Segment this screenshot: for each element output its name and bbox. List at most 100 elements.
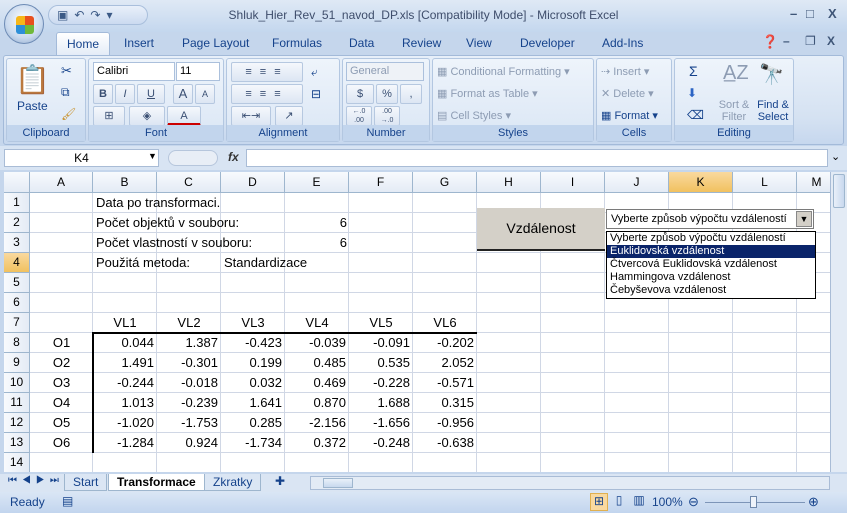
column-header-i[interactable]: I (541, 172, 605, 193)
redo-icon[interactable]: ↷ (90, 8, 106, 22)
row-header-2[interactable]: 2 (4, 213, 30, 233)
cell-j13[interactable] (605, 433, 669, 453)
row-header-6[interactable]: 6 (4, 293, 30, 313)
row-header-3[interactable]: 3 (4, 233, 30, 253)
spreadsheet-grid[interactable]: A B C D E F G H I J K L M 1 2 3 4 5 6 7 8 9 10 11 12 13 14 Data po … (4, 172, 830, 472)
help-icon[interactable]: ❓ (762, 34, 778, 50)
cell-k13[interactable] (669, 433, 733, 453)
font-color-button[interactable]: A (167, 106, 201, 126)
cell-i8[interactable] (541, 333, 605, 353)
cell-g3[interactable] (413, 233, 477, 253)
cell-h14[interactable] (477, 453, 541, 472)
row-header-7[interactable]: 7 (4, 313, 30, 333)
number-format-select[interactable]: General (346, 62, 424, 81)
cell-d1[interactable] (221, 193, 285, 213)
distance-method-combobox[interactable]: Vyberte způsob výpočtu vzdáleností ▼ (606, 209, 814, 229)
conditional-formatting-button[interactable]: ▦ Conditional Formatting ▾ (437, 65, 570, 78)
row-header-14[interactable]: 14 (4, 453, 30, 472)
vertical-align-buttons[interactable]: ≡≡≡ (231, 62, 303, 82)
office-button[interactable] (4, 4, 44, 44)
tab-page-layout[interactable]: Page Layout (172, 32, 259, 55)
horizontal-scroll-thumb[interactable] (323, 478, 353, 488)
sheet-tab-start[interactable]: Start (64, 474, 108, 491)
decrease-decimal-button[interactable]: .00 →.0 (374, 106, 400, 126)
column-header-l[interactable]: L (733, 172, 797, 193)
cell-m11[interactable] (797, 393, 830, 413)
cell-e1[interactable] (285, 193, 349, 213)
cell-e14[interactable] (285, 453, 349, 472)
customize-icon[interactable]: ▾ (106, 8, 118, 22)
cell-h12[interactable] (477, 413, 541, 433)
cell-e5[interactable] (285, 273, 349, 293)
column-header-e[interactable]: E (285, 172, 349, 193)
copy-icon[interactable]: ⧉ (61, 85, 70, 100)
format-as-table-button[interactable]: ▦ Format as Table ▾ (437, 87, 538, 100)
column-header-g[interactable]: G (413, 172, 477, 193)
cell-a6[interactable] (30, 293, 93, 313)
distance-option[interactable]: Čtvercová Euklidovská vzdálenost (607, 258, 815, 271)
cell-b5[interactable] (93, 273, 157, 293)
name-box[interactable]: K4 (4, 149, 159, 167)
comma-button[interactable]: , (400, 84, 422, 104)
horizontal-scrollbar[interactable] (310, 476, 830, 490)
save-icon[interactable]: ▣ (57, 8, 74, 22)
column-header-b[interactable]: B (93, 172, 157, 193)
distance-option[interactable]: Čebyševova vzdálenost (607, 284, 815, 297)
expand-formula-bar-icon[interactable]: ⌄ (831, 150, 840, 163)
cell-h8[interactable] (477, 333, 541, 353)
workbook-restore-button[interactable]: ❐ (805, 34, 816, 48)
cell-c6[interactable] (157, 293, 221, 313)
row-header-10[interactable]: 10 (4, 373, 30, 393)
cell-a4[interactable] (30, 253, 93, 273)
sheet-nav-buttons[interactable]: ⏮◀▶⏭ (8, 475, 64, 486)
cell-m14[interactable] (797, 453, 830, 472)
cell-m8[interactable] (797, 333, 830, 353)
cell-i10[interactable] (541, 373, 605, 393)
column-header-j[interactable]: J (605, 172, 669, 193)
zoom-out-button[interactable]: ⊖ (688, 494, 699, 510)
column-header-d[interactable]: D (221, 172, 285, 193)
cell-f2[interactable] (349, 213, 413, 233)
cell-a5[interactable] (30, 273, 93, 293)
formula-input[interactable] (246, 149, 828, 167)
distance-method-list[interactable]: Vyberte způsob výpočtu vzdáleností Euklid… (606, 231, 816, 299)
normal-view-button[interactable]: ⊞ (590, 493, 608, 511)
workbook-minimize-button[interactable]: – (783, 34, 790, 48)
cell-h9[interactable] (477, 353, 541, 373)
delete-cells-button[interactable]: ✕ Delete ▾ (601, 87, 654, 100)
tab-developer[interactable]: Developer (510, 32, 585, 55)
shrink-font-button[interactable]: A (195, 84, 215, 104)
merge-icon[interactable]: ⊟ (311, 87, 321, 101)
cell-f5[interactable] (349, 273, 413, 293)
vertical-scrollbar[interactable] (830, 172, 847, 472)
cell-styles-button[interactable]: ▤ Cell Styles ▾ (437, 109, 511, 122)
percent-button[interactable]: % (376, 84, 398, 104)
cell-l10[interactable] (733, 373, 797, 393)
row-header-8[interactable]: 8 (4, 333, 30, 353)
cell-j14[interactable] (605, 453, 669, 472)
cell-g14[interactable] (413, 453, 477, 472)
row-header-12[interactable]: 12 (4, 413, 30, 433)
cell-b6[interactable] (93, 293, 157, 313)
cell-a1[interactable] (30, 193, 93, 213)
tab-view[interactable]: View (456, 32, 502, 55)
cell-a7[interactable] (30, 313, 93, 333)
cell-h13[interactable] (477, 433, 541, 453)
macro-record-icon[interactable]: ▤ (62, 494, 73, 508)
cell-l14[interactable] (733, 453, 797, 472)
page-layout-view-button[interactable]: ▯ (610, 493, 628, 511)
grow-font-button[interactable]: A (173, 84, 193, 104)
cell-m7[interactable] (797, 313, 830, 333)
cell-k11[interactable] (669, 393, 733, 413)
cell-h5[interactable] (477, 273, 541, 293)
cell-j12[interactable] (605, 413, 669, 433)
cell-l12[interactable] (733, 413, 797, 433)
cell-j10[interactable] (605, 373, 669, 393)
tab-add-ins[interactable]: Add-Ins (592, 32, 653, 55)
indent-buttons[interactable]: ⇤⇥ (231, 106, 271, 126)
find-select-button[interactable]: Find & Select (755, 99, 791, 123)
cell-h4[interactable] (477, 253, 541, 273)
cell-k8[interactable] (669, 333, 733, 353)
sheet-tab-transformace[interactable]: Transformace (108, 474, 205, 491)
undo-icon[interactable]: ↶ (74, 8, 90, 22)
